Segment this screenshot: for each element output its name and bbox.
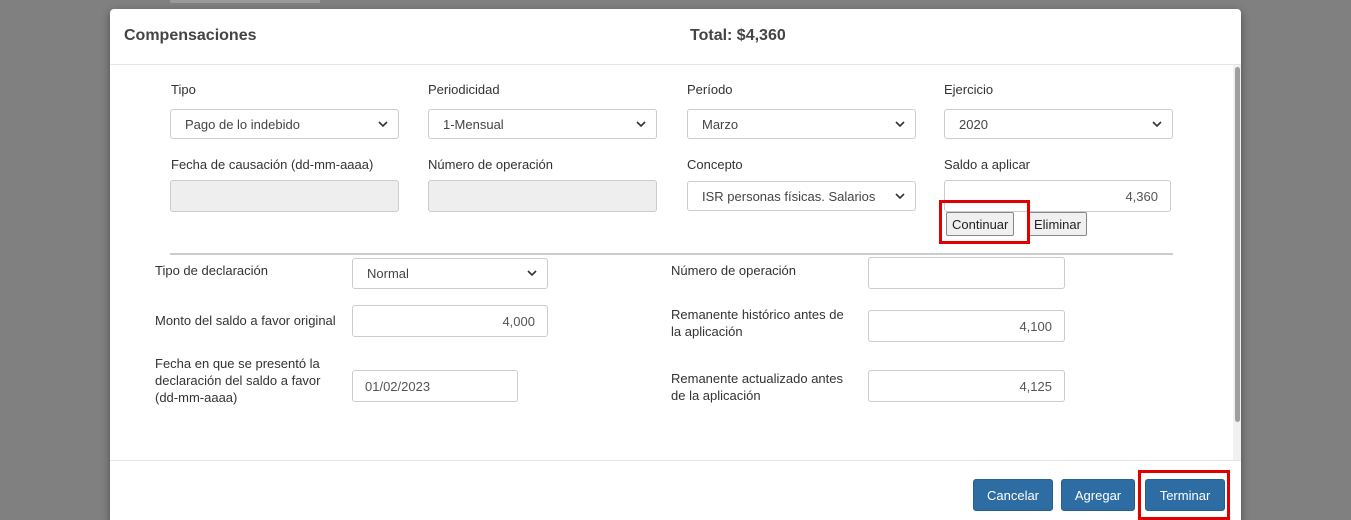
numero-operacion-field bbox=[428, 180, 657, 212]
scrollbar-thumb[interactable] bbox=[1235, 67, 1240, 422]
modal-header: Compensaciones Total: $4,360 bbox=[110, 9, 1241, 65]
terminar-highlight-box bbox=[1138, 470, 1230, 520]
backdrop bbox=[170, 0, 320, 3]
remanente-actualizado-label-line2: de la aplicación bbox=[671, 388, 761, 403]
remanente-actualizado-label-line1: Remanente actualizado antes bbox=[671, 371, 844, 386]
monto-original-field[interactable]: 4,000 bbox=[352, 305, 548, 337]
fecha-presentacion-label-line2: declaración del saldo a favor bbox=[155, 373, 321, 388]
compensaciones-modal: Compensaciones Total: $4,360 Tipo Period… bbox=[110, 9, 1241, 520]
chevron-down-icon bbox=[378, 121, 388, 128]
periodicidad-select[interactable]: 1-Mensual bbox=[428, 109, 657, 139]
concepto-select[interactable]: ISR personas físicas. Salarios bbox=[687, 181, 916, 211]
tipo-declaracion-select[interactable]: Normal bbox=[352, 258, 548, 289]
chevron-down-icon bbox=[895, 121, 905, 128]
remanente-historico-label-line2: la aplicación bbox=[671, 324, 743, 339]
fecha-presentacion-label-line1: Fecha en que se presentó la bbox=[155, 356, 320, 371]
ejercicio-value: 2020 bbox=[959, 116, 988, 132]
total-amount: Total: $4,360 bbox=[690, 27, 786, 44]
saldo-aplicar-label: Saldo a aplicar bbox=[944, 157, 1030, 172]
tipo-label: Tipo bbox=[171, 82, 196, 97]
numero-operacion-sf-label: Número de operación bbox=[671, 263, 797, 278]
tipo-select[interactable]: Pago de lo indebido bbox=[170, 109, 399, 139]
periodo-select[interactable]: Marzo bbox=[687, 109, 916, 139]
modal-footer: Cancelar Agregar Terminar bbox=[110, 460, 1241, 520]
chevron-down-icon bbox=[636, 121, 646, 128]
monto-original-label: Monto del saldo a favor original bbox=[155, 313, 336, 328]
agregar-button[interactable]: Agregar bbox=[1061, 479, 1135, 511]
ejercicio-label: Ejercicio bbox=[944, 82, 994, 97]
periodicidad-value: 1-Mensual bbox=[443, 116, 504, 132]
cancelar-button[interactable]: Cancelar bbox=[973, 479, 1053, 511]
periodo-value: Marzo bbox=[702, 116, 739, 132]
remanente-actualizado-field[interactable]: 4,125 bbox=[868, 370, 1065, 402]
fecha-presentacion-field[interactable]: 01/02/2023 bbox=[352, 370, 518, 402]
ejercicio-select[interactable]: 2020 bbox=[944, 109, 1173, 139]
eliminar-button[interactable]: Eliminar bbox=[1028, 212, 1087, 236]
remanente-historico-field[interactable]: 4,100 bbox=[868, 310, 1065, 342]
concepto-value: ISR personas físicas. Salarios bbox=[702, 188, 876, 204]
chevron-down-icon bbox=[527, 270, 537, 277]
tipo-value: Pago de lo indebido bbox=[185, 116, 300, 132]
continuar-highlight-box bbox=[939, 200, 1030, 244]
fecha-presentacion-label-line3: (dd-mm-aaaa) bbox=[155, 390, 238, 405]
periodo-label: Período bbox=[687, 82, 733, 97]
fecha-presentacion-label: Fecha en que se presentó la declaración … bbox=[155, 355, 321, 406]
chevron-down-icon bbox=[895, 193, 905, 200]
remanente-historico-label: Remanente histórico antes de la aplicaci… bbox=[671, 306, 844, 340]
numero-operacion-label: Número de operación bbox=[428, 157, 554, 172]
modal-title: Compensaciones bbox=[124, 27, 257, 44]
tipo-declaracion-value: Normal bbox=[367, 266, 409, 281]
periodicidad-label: Periodicidad bbox=[428, 82, 500, 97]
fecha-causacion-label: Fecha de causación (dd-mm-aaaa) bbox=[171, 157, 374, 172]
concepto-label: Concepto bbox=[687, 157, 743, 172]
remanente-actualizado-label: Remanente actualizado antes de la aplica… bbox=[671, 370, 843, 404]
remanente-historico-label-line1: Remanente histórico antes de bbox=[671, 307, 844, 322]
chevron-down-icon bbox=[1152, 121, 1162, 128]
section-divider bbox=[170, 253, 1173, 255]
numero-operacion-sf-field[interactable] bbox=[868, 257, 1065, 289]
tipo-declaracion-label: Tipo de declaración bbox=[155, 263, 268, 278]
fecha-causacion-field bbox=[170, 180, 399, 212]
